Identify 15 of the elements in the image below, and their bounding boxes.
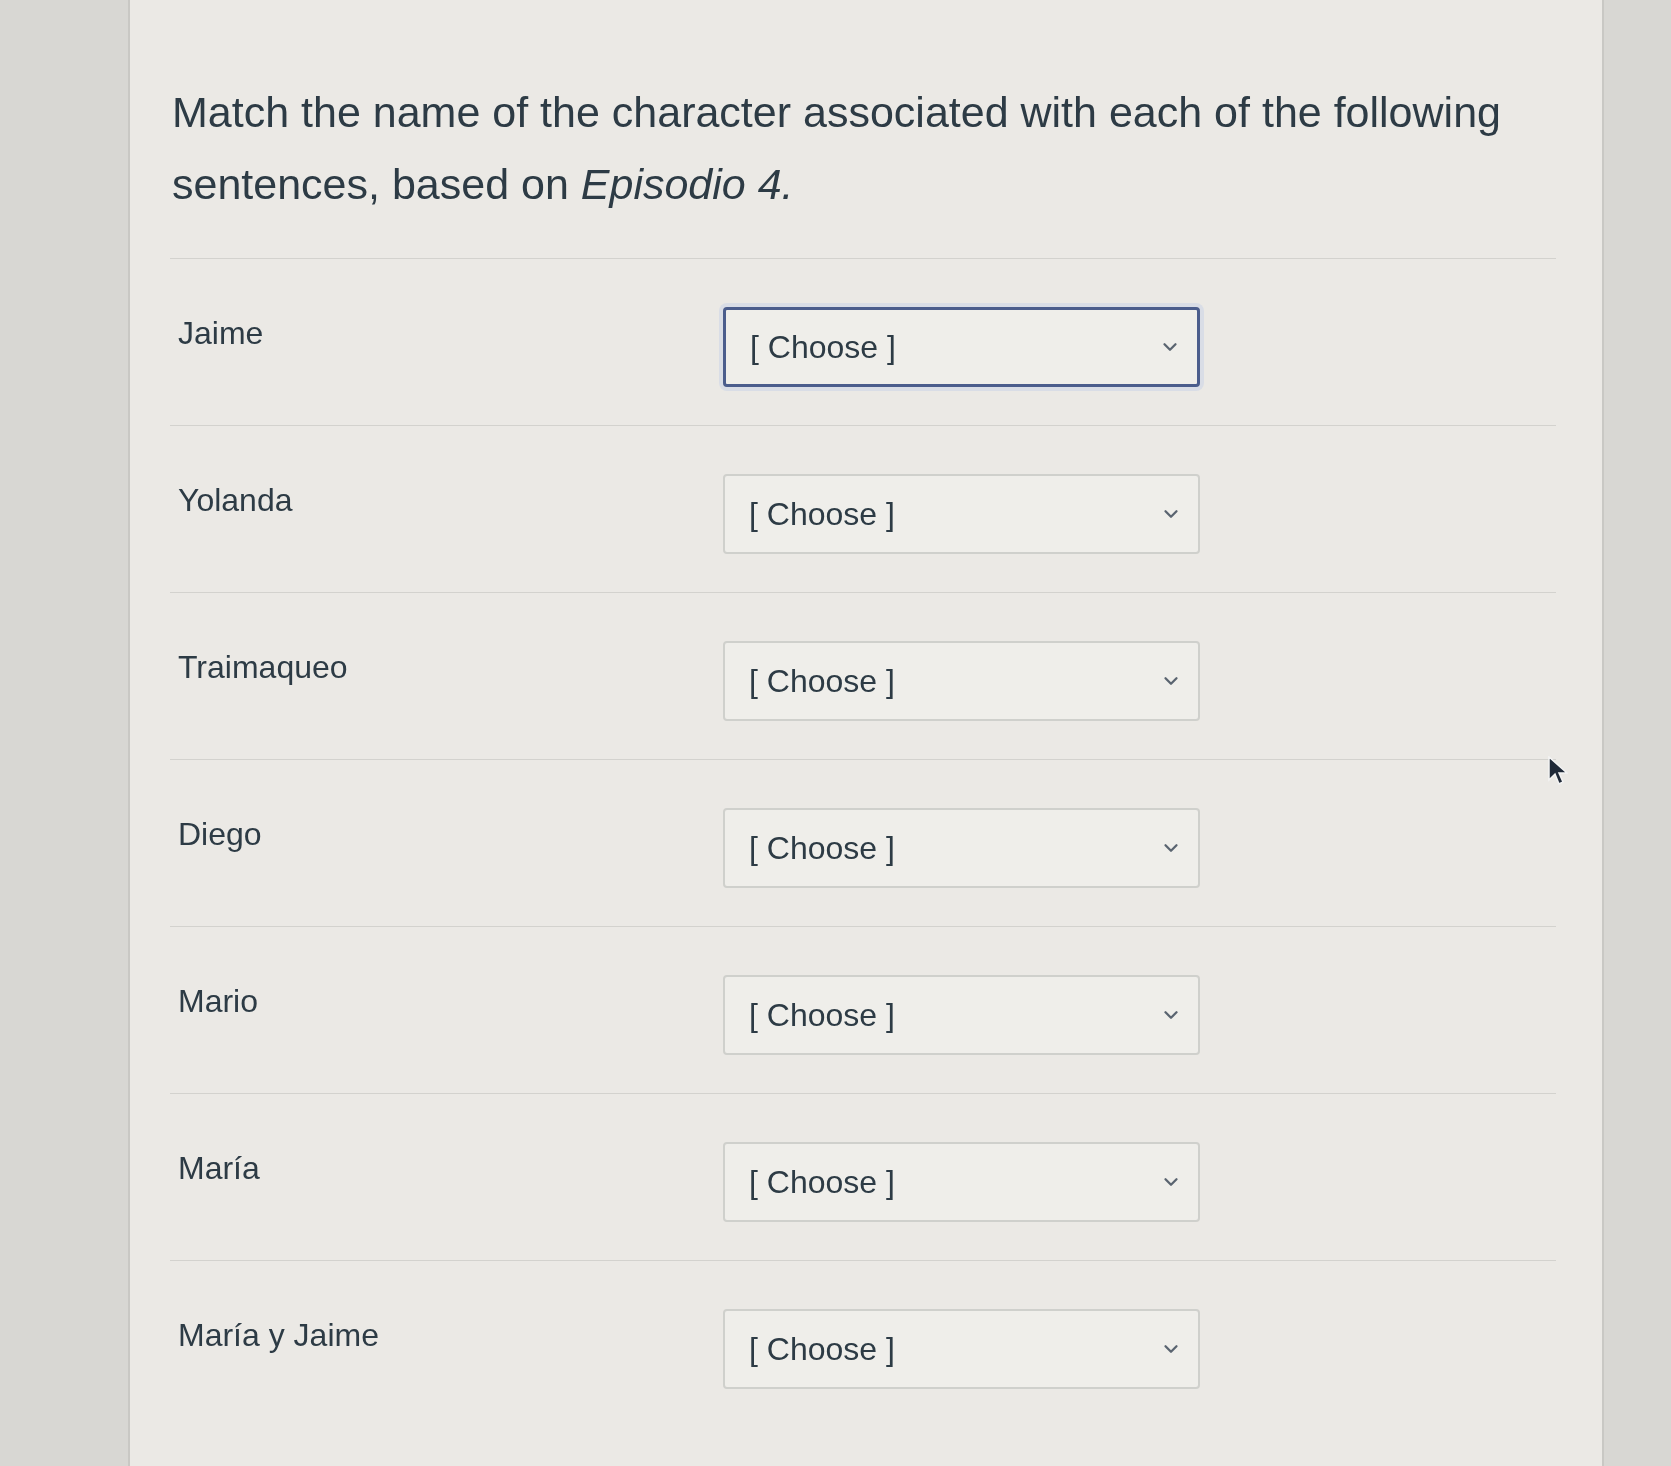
character-label: María [178, 1149, 261, 1188]
character-label: Diego [178, 815, 263, 854]
character-label: Jaime [178, 314, 265, 353]
character-label: María y Jaime [178, 1316, 380, 1355]
character-label: Mario [178, 982, 259, 1021]
choose-dropdown[interactable]: [ Choose ] [723, 474, 1200, 554]
choose-dropdown[interactable]: [ Choose ] [723, 975, 1200, 1055]
choose-dropdown[interactable]: [ Choose ] [723, 808, 1200, 888]
choose-dropdown[interactable]: [ Choose ] [723, 1142, 1200, 1222]
character-label: Yolanda [178, 481, 294, 520]
question-prompt: Match the name of the character associated with each of the following sentences, based on Episodio 4. [172, 87, 1502, 210]
choose-dropdown[interactable]: [ Choose ] [723, 1309, 1200, 1389]
character-label: Traimaqueo [178, 648, 349, 687]
mouse-pointer-icon [1548, 756, 1568, 786]
choose-dropdown[interactable]: [ Choose ] [723, 641, 1200, 721]
